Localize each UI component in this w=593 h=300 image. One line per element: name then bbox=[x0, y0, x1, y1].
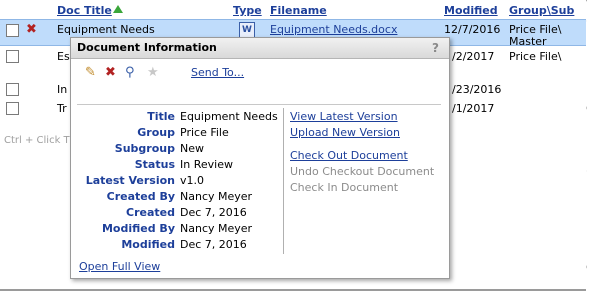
row-checkbox[interactable] bbox=[6, 83, 19, 96]
group-cell: Price File\ bbox=[509, 50, 562, 63]
grid-header: Doc Title Type Filename Modified Group\S… bbox=[0, 0, 586, 20]
field-value-title: Equipment Needs bbox=[180, 110, 278, 123]
doc-title-cell[interactable]: Es bbox=[57, 50, 70, 63]
field-value-modified: Dec 7, 2016 bbox=[180, 238, 247, 251]
field-value-latest-version: v1.0 bbox=[180, 174, 205, 187]
field-value-group: Price File bbox=[180, 126, 229, 139]
pencil-icon[interactable]: ✎ bbox=[85, 65, 96, 80]
undo-checkout-document-link: Undo Checkout Document bbox=[290, 165, 435, 178]
column-header-type[interactable]: Type bbox=[233, 4, 262, 17]
open-full-view-link[interactable]: Open Full View bbox=[79, 260, 160, 273]
modified-cell: /2/2017 bbox=[452, 50, 495, 63]
field-value-modified-by: Nancy Meyer bbox=[180, 222, 253, 235]
field-value-status: In Review bbox=[180, 158, 233, 171]
modified-cell: /23/2016 bbox=[452, 83, 502, 96]
check-in-document-link: Check In Document bbox=[290, 181, 399, 194]
torn-edge bbox=[586, 0, 593, 300]
check-out-document-link[interactable]: Check Out Document bbox=[290, 149, 408, 162]
popup-divider bbox=[77, 104, 441, 105]
view-latest-version-link[interactable]: View Latest Version bbox=[290, 110, 398, 123]
modified-cell: /1/2017 bbox=[452, 102, 495, 115]
field-label-latest-version: Latest Version bbox=[85, 174, 175, 187]
help-icon[interactable]: ? bbox=[432, 41, 439, 55]
field-label-modified: Modified bbox=[121, 238, 175, 251]
row-checkbox[interactable] bbox=[6, 102, 19, 115]
field-label-modified-by: Modified By bbox=[101, 222, 175, 235]
grid-hint-text: Ctrl + Click T bbox=[4, 135, 70, 146]
field-label-subgroup: Subgroup bbox=[114, 142, 175, 155]
column-header-group[interactable]: Group\Sub bbox=[509, 4, 574, 17]
popup-column-divider bbox=[283, 108, 284, 254]
document-information-popup: Document Information ? ✎ ✖ ⚲ ★ Send To..… bbox=[70, 37, 450, 279]
doc-title-cell[interactable]: In bbox=[57, 83, 67, 96]
column-header-doc-title[interactable]: Doc Title bbox=[57, 4, 123, 17]
filename-link[interactable]: Equipment Needs.docx bbox=[270, 23, 397, 36]
popup-title: Document Information bbox=[71, 38, 449, 59]
field-value-created-by: Nancy Meyer bbox=[180, 190, 253, 203]
field-label-title: Title bbox=[147, 110, 175, 123]
field-value-subgroup: New bbox=[180, 142, 204, 155]
field-value-created: Dec 7, 2016 bbox=[180, 206, 247, 219]
sort-ascending-icon bbox=[112, 5, 123, 13]
field-label-group: Group bbox=[137, 126, 175, 139]
red-x-icon[interactable]: ✖ bbox=[105, 65, 116, 80]
row-checkbox[interactable] bbox=[6, 24, 19, 37]
binoculars-icon[interactable]: ⚲ bbox=[125, 65, 135, 80]
modified-cell: 12/7/2016 bbox=[444, 23, 501, 36]
doc-title-cell[interactable]: Tr bbox=[57, 102, 67, 115]
doc-title-cell[interactable]: Equipment Needs bbox=[57, 23, 155, 36]
star-icon[interactable]: ★ bbox=[147, 65, 159, 80]
row-checkbox[interactable] bbox=[6, 50, 19, 63]
field-label-created-by: Created By bbox=[106, 190, 175, 203]
bottom-edge-shadow bbox=[0, 289, 586, 291]
column-header-modified[interactable]: Modified bbox=[444, 4, 498, 17]
field-label-status: Status bbox=[134, 158, 175, 171]
delete-icon[interactable]: ✖ bbox=[26, 22, 37, 37]
column-header-filename[interactable]: Filename bbox=[270, 4, 327, 17]
field-label-created: Created bbox=[126, 206, 175, 219]
upload-new-version-link[interactable]: Upload New Version bbox=[290, 126, 400, 139]
send-to-link[interactable]: Send To... bbox=[191, 66, 244, 79]
